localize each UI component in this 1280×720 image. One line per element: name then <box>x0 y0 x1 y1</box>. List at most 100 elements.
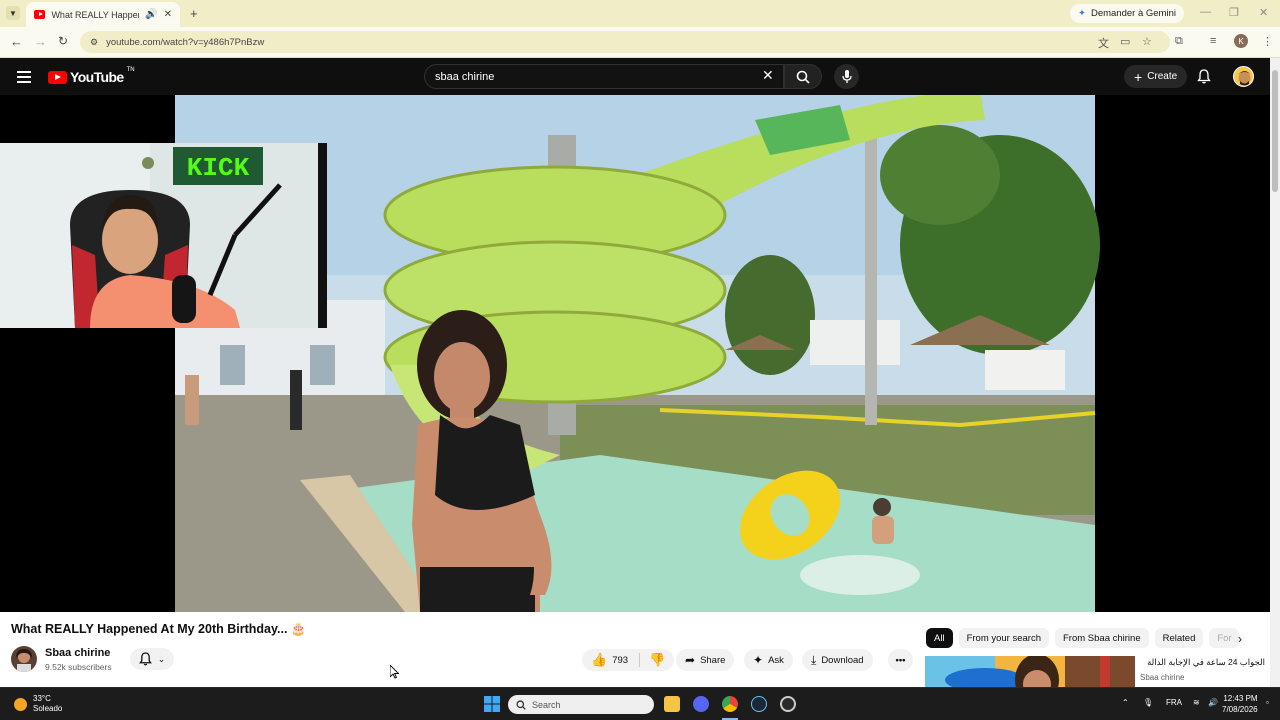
hamburger-menu-icon[interactable] <box>17 71 31 86</box>
close-tab-icon[interactable]: ✕ <box>164 9 172 20</box>
cast-icon[interactable]: ▭ <box>1120 35 1130 48</box>
youtube-play-icon <box>48 70 67 84</box>
bookmark-star-icon[interactable]: ☆ <box>1142 35 1152 48</box>
create-label: Create <box>1147 71 1178 82</box>
download-icon: ⤓ <box>811 652 817 667</box>
more-horizontal-icon: ••• <box>895 654 906 666</box>
taskbar-search-placeholder: Search <box>532 699 561 710</box>
speaker-icon[interactable]: 🔊 <box>145 9 157 20</box>
account-avatar[interactable] <box>1233 66 1254 87</box>
notifications-bell-icon[interactable] <box>1197 69 1211 84</box>
ask-button[interactable]: ✦ Ask <box>744 649 793 671</box>
browser-toolbar: ← → ↻ ⚙ youtube.com/watch?v=y486h7PnBzw … <box>0 27 1280 58</box>
microphone-icon <box>841 69 852 83</box>
file-explorer-icon[interactable] <box>664 696 680 712</box>
more-actions-button[interactable]: ••• <box>888 649 913 671</box>
scrollbar-thumb[interactable] <box>1272 70 1278 192</box>
mouse-cursor-icon <box>390 665 399 679</box>
birthday-cake-emoji: 🎂 <box>290 622 307 636</box>
browser-menu-icon[interactable]: ⋮ <box>1262 35 1273 48</box>
notification-bell-icon <box>138 652 152 666</box>
plus-icon: + <box>1134 68 1143 85</box>
chip-for-you[interactable]: For <box>1209 628 1240 648</box>
browser-tab-strip: ▼ What REALLY Happened At 🔊 ✕ + ✦ Demand… <box>0 0 1280 27</box>
create-button[interactable]: + Create <box>1124 65 1188 88</box>
steam-icon[interactable] <box>751 696 767 712</box>
search-input[interactable]: sbaa chirine <box>424 64 784 89</box>
microphone-tray-icon[interactable]: 🎙 <box>1143 698 1153 707</box>
youtube-header: YouTube TN sbaa chirine ✕ + Create <box>0 58 1280 95</box>
recommendation-chips: All From your search From Sbaa chirine R… <box>926 628 1240 648</box>
tray-expand-icon[interactable]: ⌃ <box>1122 698 1129 707</box>
url-text: youtube.com/watch?v=y486h7PnBzw <box>106 36 265 48</box>
browser-tab-active[interactable]: What REALLY Happened At 🔊 ✕ <box>26 2 180 27</box>
share-arrow-icon: ➦ <box>685 653 696 667</box>
windows-start-icon[interactable] <box>484 696 500 712</box>
search-icon <box>796 70 810 84</box>
search-icon <box>516 699 526 710</box>
forward-icon[interactable]: → <box>34 34 47 49</box>
translate-icon[interactable]: 文 <box>1098 35 1109 51</box>
close-window-icon[interactable]: ✕ <box>1259 6 1268 19</box>
video-title: What REALLY Happened At My 20th Birthday… <box>11 622 307 637</box>
clock-date: 7/08/2026 <box>1222 705 1258 714</box>
chip-from-channel[interactable]: From Sbaa chirine <box>1055 628 1149 648</box>
subscription-bell-button[interactable]: ⌄ <box>130 648 174 670</box>
chevron-right-icon[interactable]: › <box>1238 632 1242 646</box>
weather-widget[interactable]: 33°C Soleado <box>14 694 62 714</box>
recommended-video-title[interactable]: الجواب 24 ساعة في الإجابة الدالة <box>1140 657 1265 668</box>
clear-search-icon[interactable]: ✕ <box>762 67 774 84</box>
extensions-icon[interactable]: ⧉ <box>1175 35 1183 48</box>
recommended-video-thumbnail[interactable] <box>925 656 1135 687</box>
kick-sign: KICK <box>187 153 250 183</box>
new-tab-icon[interactable]: + <box>190 6 198 21</box>
channel-name[interactable]: Sbaa chirine <box>45 647 110 659</box>
browser-profile-avatar[interactable]: K <box>1234 34 1248 48</box>
temperature: 33°C <box>33 694 51 703</box>
reload-icon[interactable]: ↻ <box>58 34 68 48</box>
thumbs-down-icon[interactable]: 👎 <box>645 652 665 668</box>
chevron-down-icon: ▼ <box>9 8 17 18</box>
tab-list-button[interactable]: ▼ <box>6 6 20 20</box>
sun-icon <box>14 697 27 711</box>
download-label: Download <box>821 654 864 666</box>
back-icon[interactable]: ← <box>10 34 23 49</box>
notifications-icon[interactable]: ▫ <box>1266 698 1269 707</box>
media-controls-icon[interactable]: ≡ <box>1210 35 1216 47</box>
youtube-logo-text: YouTube <box>70 69 124 85</box>
chrome-icon[interactable] <box>722 696 738 712</box>
youtube-logo[interactable]: YouTube TN <box>48 67 135 85</box>
voice-search-button[interactable] <box>834 64 859 89</box>
taskbar-search[interactable]: Search <box>508 695 654 714</box>
wifi-icon[interactable]: ≋ <box>1193 698 1200 707</box>
search-query: sbaa chirine <box>435 70 495 83</box>
ask-label: Ask <box>768 654 784 666</box>
subscriber-count: 9.52k subscribers <box>45 662 112 672</box>
clock-time: 12:43 PM <box>1223 694 1258 703</box>
os-taskbar: 33°C Soleado Search ⌃ 🎙 FRA ≋ 🔊 12:43 PM… <box>0 687 1280 720</box>
gemini-button[interactable]: ✦ Demander à Gemini <box>1070 4 1184 23</box>
search-button[interactable] <box>784 64 822 89</box>
keyboard-language[interactable]: FRA <box>1166 698 1182 707</box>
like-button[interactable]: 👍 793 👎 <box>582 649 675 671</box>
app-icon[interactable] <box>780 696 796 712</box>
sparkle-icon: ✦ <box>753 653 764 667</box>
site-info-icon[interactable]: ⚙ <box>90 37 98 48</box>
download-button[interactable]: ⤓ Download <box>802 649 873 671</box>
address-bar[interactable]: ⚙ youtube.com/watch?v=y486h7PnBzw <box>80 31 1170 53</box>
chip-related[interactable]: Related <box>1154 628 1204 648</box>
channel-avatar[interactable] <box>11 646 37 672</box>
tab-title: What REALLY Happened At <box>51 9 139 20</box>
gemini-label: Demander à Gemini <box>1090 8 1176 19</box>
discord-icon[interactable] <box>693 696 709 712</box>
video-title-text: What REALLY Happened At My 20th Birthday… <box>11 622 288 636</box>
chip-all[interactable]: All <box>926 628 953 648</box>
chip-from-your-search[interactable]: From your search <box>958 628 1049 648</box>
system-clock[interactable]: 12:43 PM 7/08/2026 <box>1222 693 1258 715</box>
video-frame: KICK <box>0 90 1100 612</box>
maximize-icon[interactable]: ❐ <box>1229 6 1239 19</box>
video-player[interactable]: KICK <box>0 90 1270 612</box>
minimize-icon[interactable]: — <box>1200 6 1211 18</box>
share-button[interactable]: ➦ Share <box>676 649 735 671</box>
volume-icon[interactable]: 🔊 <box>1208 698 1218 707</box>
